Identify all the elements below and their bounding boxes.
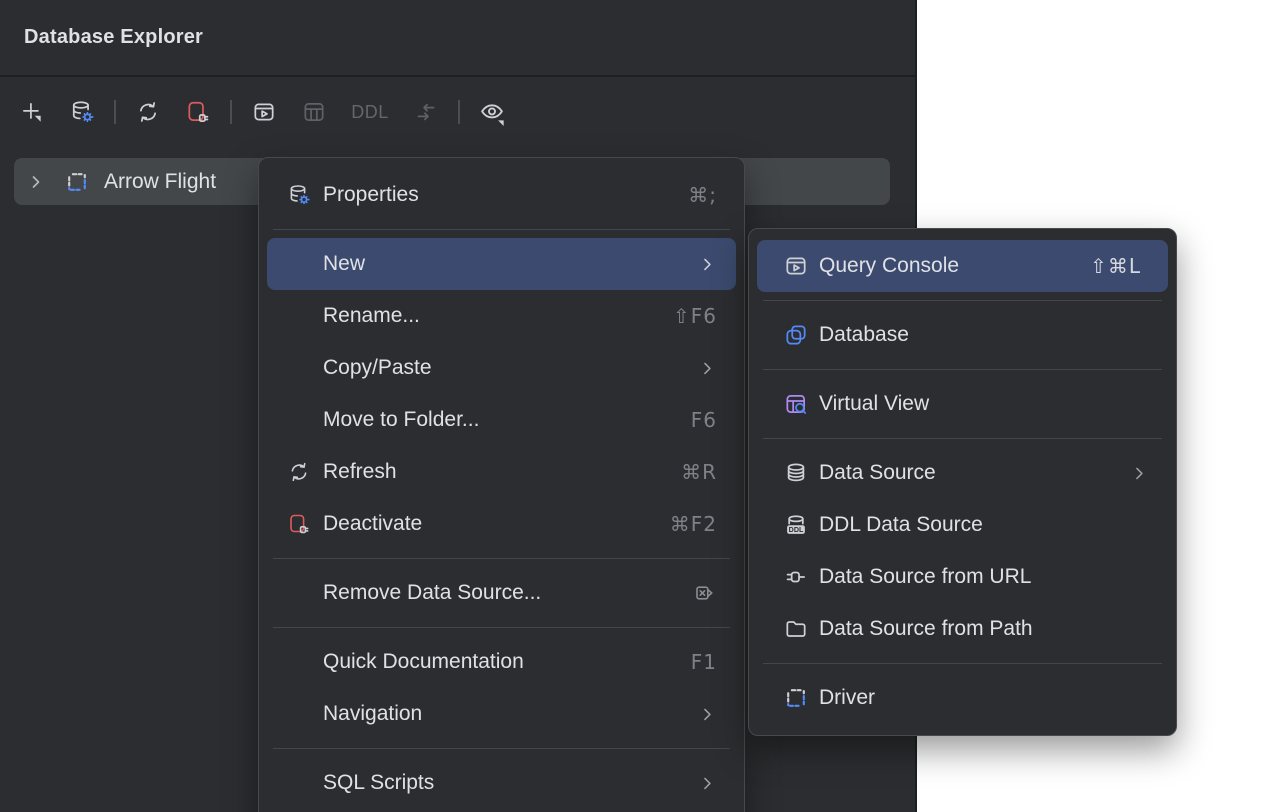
- console-play-icon: [783, 253, 809, 279]
- submenu-chevron-icon: [697, 773, 717, 793]
- menu-separator: [763, 369, 1162, 370]
- menu-separator: [763, 438, 1162, 439]
- deactivate-plug-icon: [287, 512, 311, 536]
- menu-item-refresh[interactable]: Refresh ⌘R: [259, 446, 744, 498]
- context-menu: Properties ⌘; New Rename... ⇧F6 Copy/Pas…: [258, 157, 745, 812]
- ddl-label: DDL: [351, 102, 389, 123]
- menu-item-rename[interactable]: Rename... ⇧F6: [259, 290, 744, 342]
- tree-row-label: Arrow Flight: [104, 170, 216, 194]
- deactivate-plug-icon: [185, 99, 211, 125]
- new-submenu: Query Console ⇧⌘L Database: [748, 228, 1177, 736]
- menu-separator: [273, 748, 730, 749]
- submenu-item-driver[interactable]: Driver: [749, 672, 1176, 724]
- menu-item-properties[interactable]: Properties ⌘;: [259, 169, 744, 221]
- table-editor-button: [296, 94, 332, 130]
- submenu-chevron-icon: [697, 254, 717, 274]
- submenu-chevron-icon: [697, 704, 717, 724]
- submenu-item-database[interactable]: Database: [749, 309, 1176, 361]
- menu-separator: [763, 663, 1162, 664]
- data-source-icon: [783, 460, 809, 486]
- refresh-icon: [135, 99, 161, 125]
- refresh-icon: [287, 460, 311, 484]
- chevron-right-icon[interactable]: [26, 172, 46, 192]
- submenu-item-ddl-data-source[interactable]: DDL DDL Data Source: [749, 499, 1176, 551]
- toolbar-separator: [458, 100, 460, 124]
- submenu-item-data-source-from-path[interactable]: Data Source from Path: [749, 603, 1176, 655]
- submenu-item-virtual-view[interactable]: Virtual View: [749, 378, 1176, 430]
- toolbar-separator: [230, 100, 232, 124]
- panel-title: Database Explorer: [24, 26, 203, 49]
- driver-icon: [783, 685, 809, 711]
- svg-text:DDL: DDL: [789, 526, 804, 534]
- panel-titlebar: Database Explorer: [0, 0, 915, 77]
- panel-toolbar: DDL: [0, 79, 915, 145]
- deactivate-button[interactable]: [180, 94, 216, 130]
- menu-item-new[interactable]: New: [267, 238, 736, 290]
- menu-item-copy-paste[interactable]: Copy/Paste: [259, 342, 744, 394]
- jump-to-ddl-button: [408, 94, 444, 130]
- menu-separator: [273, 627, 730, 628]
- ddl-button: DDL: [346, 94, 394, 130]
- database-gear-icon: [287, 183, 311, 207]
- database-icon: [783, 322, 809, 348]
- add-button[interactable]: [14, 94, 50, 130]
- menu-item-quick-documentation[interactable]: Quick Documentation F1: [259, 636, 744, 688]
- eye-dropdown-icon: [478, 98, 506, 126]
- submenu-chevron-icon: [697, 358, 717, 378]
- menu-separator: [273, 229, 730, 230]
- submenu-item-query-console[interactable]: Query Console ⇧⌘L: [757, 240, 1168, 292]
- console-play-icon: [251, 99, 277, 125]
- refresh-button[interactable]: [130, 94, 166, 130]
- menu-separator: [763, 300, 1162, 301]
- toolbar-separator: [114, 100, 116, 124]
- table-icon: [301, 99, 327, 125]
- database-gear-icon: [69, 99, 95, 125]
- plus-dropdown-icon: [19, 99, 45, 125]
- menu-item-sql-scripts[interactable]: SQL Scripts: [259, 757, 744, 809]
- view-options-button[interactable]: [474, 94, 510, 130]
- menu-item-deactivate[interactable]: Deactivate ⌘F2: [259, 498, 744, 550]
- menu-item-remove-data-source[interactable]: Remove Data Source...: [259, 567, 744, 619]
- driver-icon: [64, 169, 90, 195]
- delete-icon: [693, 581, 717, 605]
- screenshot-canvas: Database Explorer: [0, 0, 1288, 812]
- menu-separator: [273, 558, 730, 559]
- submenu-item-data-source[interactable]: Data Source: [749, 447, 1176, 499]
- swap-arrows-icon: [413, 99, 439, 125]
- menu-item-move-to-folder[interactable]: Move to Folder... F6: [259, 394, 744, 446]
- folder-icon: [783, 616, 809, 642]
- data-source-properties-button[interactable]: [64, 94, 100, 130]
- submenu-item-data-source-from-url[interactable]: Data Source from URL: [749, 551, 1176, 603]
- menu-item-navigation[interactable]: Navigation: [259, 688, 744, 740]
- ddl-data-source-icon: DDL: [783, 512, 809, 538]
- virtual-view-icon: [783, 391, 809, 417]
- submenu-chevron-icon: [1129, 463, 1149, 483]
- query-console-button[interactable]: [246, 94, 282, 130]
- plug-icon: [783, 564, 809, 590]
